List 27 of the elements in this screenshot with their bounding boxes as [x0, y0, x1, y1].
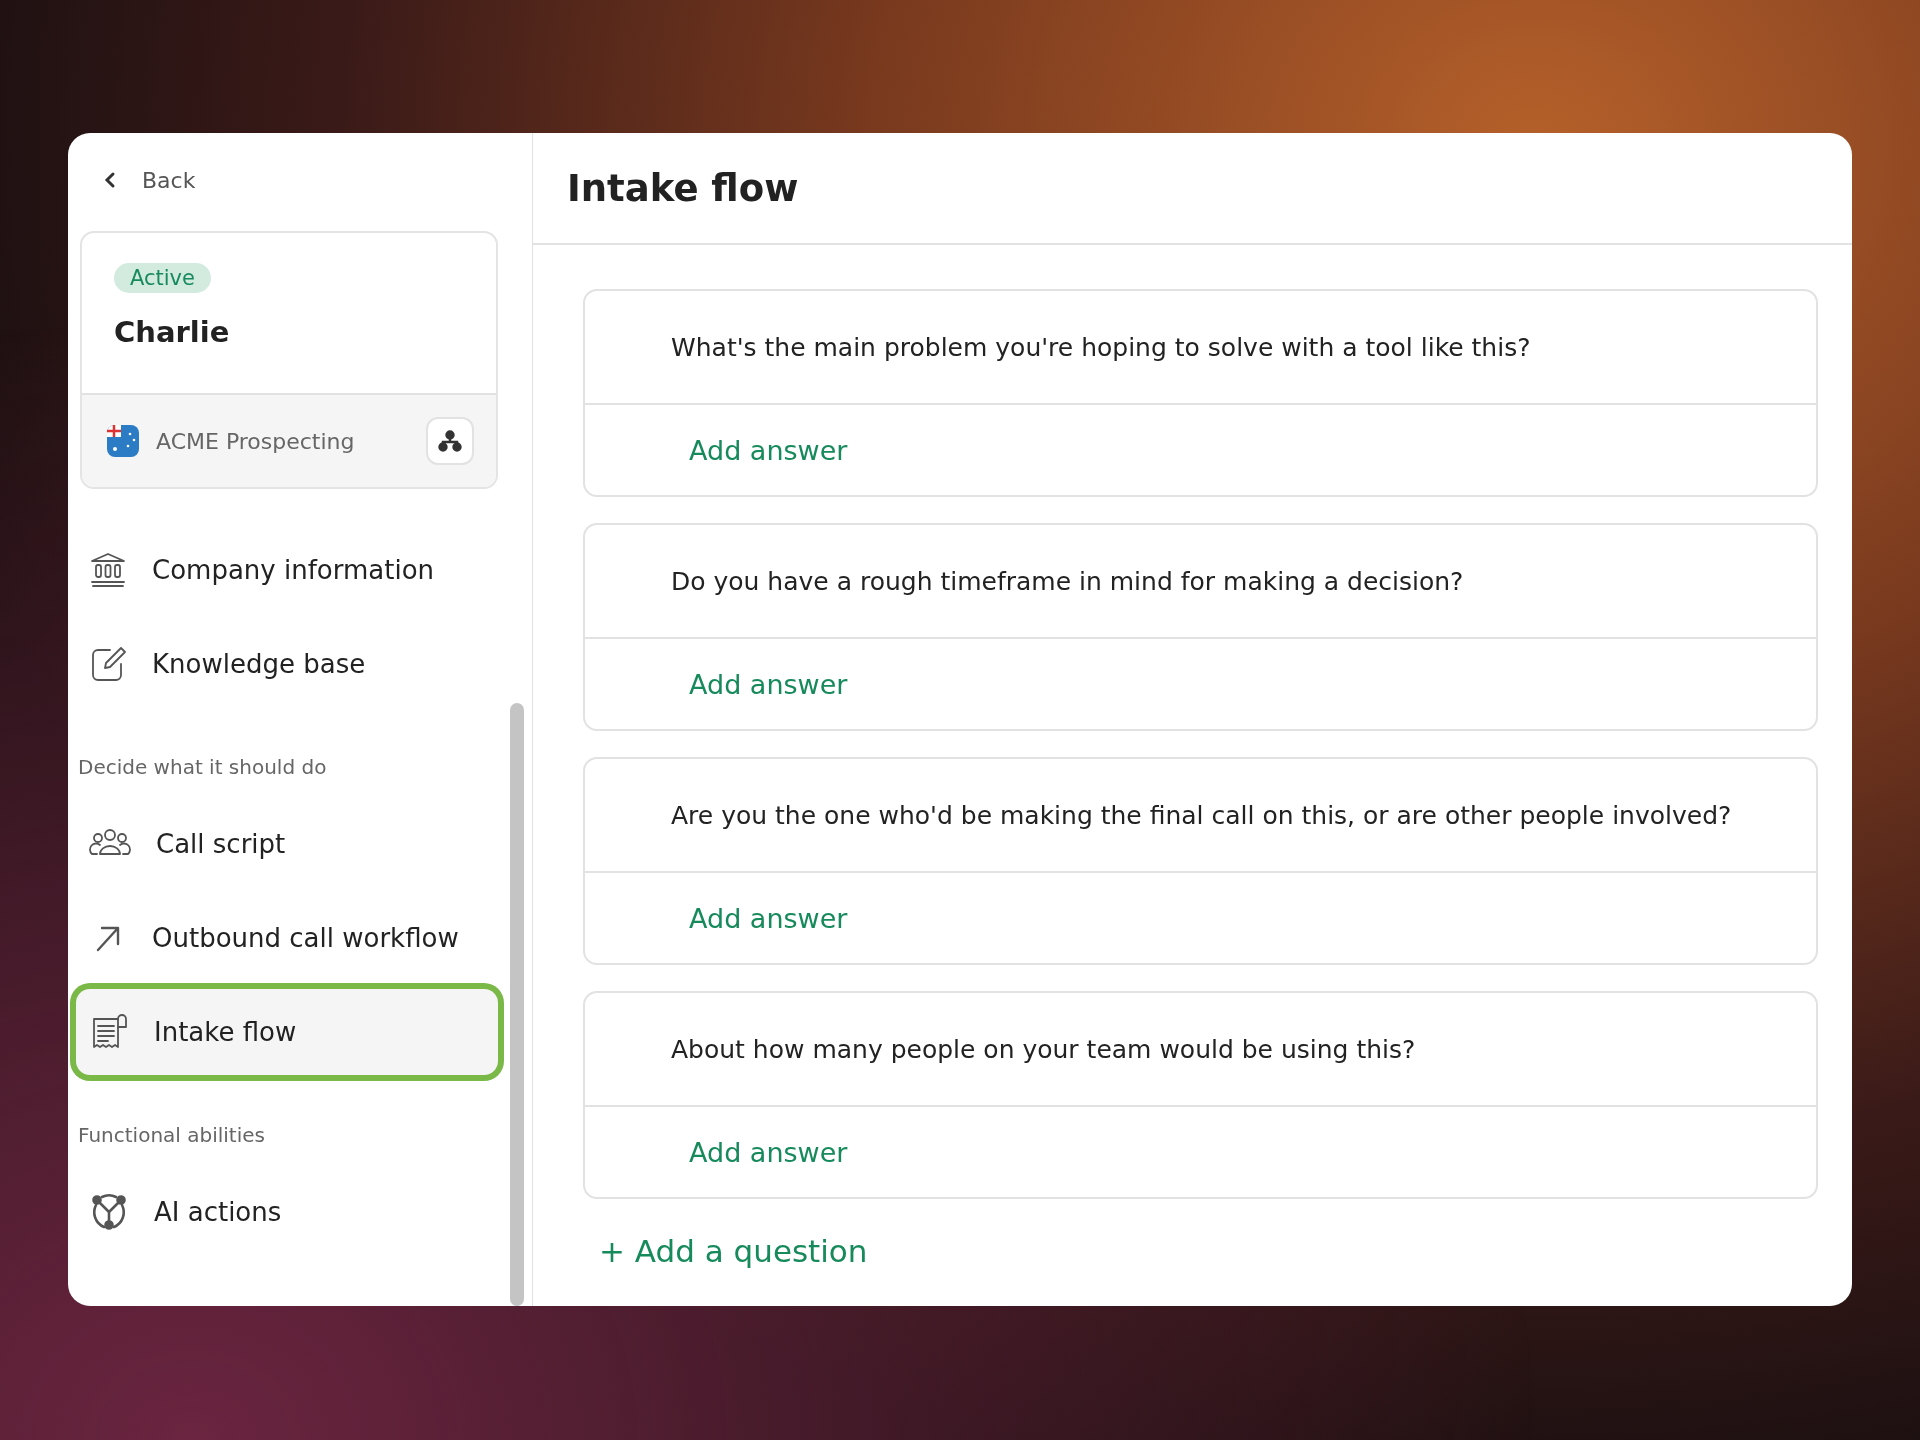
hierarchy-icon [438, 430, 462, 452]
question-text: Do you have a rough timeframe in mind for making a decision? [585, 525, 1816, 639]
status-badge: Active [114, 263, 211, 293]
org-chart-button[interactable] [426, 417, 474, 465]
nav-item[interactable]: AI actions [76, 1169, 498, 1255]
add-answer-link[interactable]: Add answer [585, 405, 1816, 495]
section-label: Functional abilities [78, 1123, 266, 1147]
agent-name: Charlie [114, 315, 230, 349]
nav-item[interactable]: Call script [76, 801, 498, 887]
chevron-left-icon [104, 171, 116, 189]
bank-icon [88, 550, 128, 590]
section-label: Decide what it should do [78, 755, 328, 779]
flag-icon [106, 424, 140, 458]
account-name: ACME Prospecting [156, 428, 356, 454]
add-answer-link[interactable]: Add answer [585, 639, 1816, 729]
nav-item[interactable]: Outbound call workflow [76, 895, 498, 981]
scrollbar-thumb[interactable] [510, 703, 524, 1306]
nav-item[interactable]: Company information [76, 527, 498, 613]
nav-item[interactable]: Knowledge base [76, 621, 498, 707]
question-text: Are you the one who'd be making the final call on this, or are other people involved? [585, 759, 1816, 873]
add-question-link[interactable]: + Add a question [599, 1233, 1818, 1269]
back-link[interactable]: Back [104, 157, 532, 203]
add-answer-link[interactable]: Add answer [585, 1107, 1816, 1197]
question-text: About how many people on your team would be using this? [585, 993, 1816, 1107]
page-title: Intake flow [567, 166, 799, 210]
add-answer-link[interactable]: Add answer [585, 873, 1816, 963]
question-text: What's the main problem you're hoping to solve with a tool like this? [585, 291, 1816, 405]
